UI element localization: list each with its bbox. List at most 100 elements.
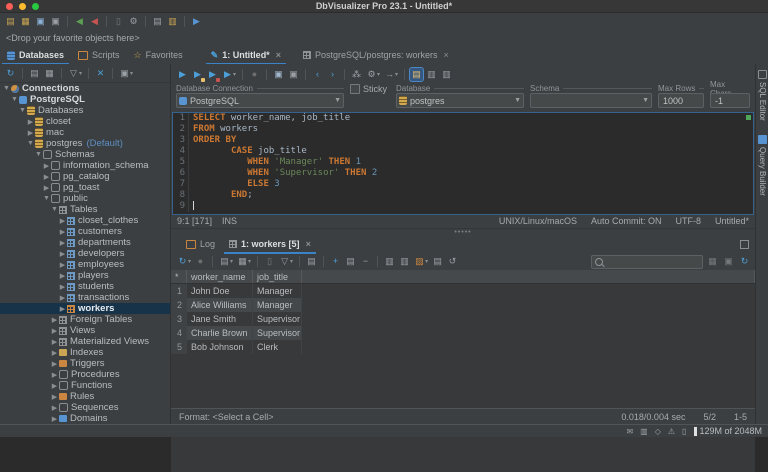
import-icon[interactable]: ▨▾ [413,255,429,268]
max-chars-input[interactable]: -1 [710,93,750,108]
delete-icon[interactable]: ▯ [263,255,276,268]
execute-icon[interactable]: ▶ [176,68,189,81]
chevron-expanded-icon[interactable]: ▼ [10,96,19,103]
inject-icon[interactable]: →▾ [383,68,399,81]
chevron-collapsed-icon[interactable]: ▶ [50,415,59,423]
results-tab-workers[interactable]: 1: workers [5]× [222,235,318,253]
tree-item-players[interactable]: ▶players [0,270,170,281]
tree-item-public[interactable]: ▼public [0,193,170,204]
chevron-collapsed-icon[interactable]: ▶ [50,371,59,379]
tree-item-rules[interactable]: ▶Rules [0,391,170,402]
chevron-collapsed-icon[interactable]: ▶ [42,162,51,170]
memory-indicator[interactable]: 129M of 2048M [694,426,762,436]
chevron-expanded-icon[interactable]: ▼ [18,107,27,114]
open-file-icon[interactable]: ▤ [4,15,17,28]
monitor-icon[interactable]: ▥ [640,427,648,436]
tree-item-indexes[interactable]: ▶Indexes [0,347,170,358]
data-cell[interactable]: John Doe [187,284,253,298]
tree-item-foreign-tables[interactable]: ▶Foreign Tables [0,314,170,325]
chevron-collapsed-icon[interactable]: ▶ [50,360,59,368]
chevron-collapsed-icon[interactable]: ▶ [50,316,59,324]
editor-tab-1[interactable]: ✎1: Untitled*× [204,46,288,64]
tree-item-domains[interactable]: ▶Domains [0,413,170,424]
tree-item-students[interactable]: ▶students [0,281,170,292]
result-refresh-icon[interactable]: ↻▾ [176,255,192,268]
close-tab-icon[interactable]: × [306,239,311,249]
chevron-collapsed-icon[interactable]: ▶ [50,382,59,390]
chevron-collapsed-icon[interactable]: ▶ [42,184,51,192]
tree-item-connections[interactable]: ▼Connections [0,83,170,94]
close-tab-icon[interactable]: × [444,50,449,60]
table-row[interactable]: 2Alice WilliamsManager [171,298,755,312]
chevron-expanded-icon[interactable]: ▼ [50,206,59,213]
grid-reload-icon[interactable]: ↻ [738,255,751,268]
grid-small-icon[interactable]: ▣ [722,255,735,268]
editor-split-icon[interactable]: ▥ [425,68,438,81]
chevron-collapsed-icon[interactable]: ▶ [50,393,59,401]
disconnect-icon[interactable]: ◀ [88,15,101,28]
chevron-collapsed-icon[interactable]: ▶ [58,250,67,258]
commit-icon[interactable]: ▯ [112,15,125,28]
tree-item-schemas[interactable]: ▼Schemas [0,149,170,160]
editor-tab-2[interactable]: PostgreSQL/postgres: workers× [296,46,456,64]
copy-cell-icon[interactable]: ▤ [305,255,318,268]
history-back-icon[interactable]: ‹ [311,68,324,81]
save-sql-icon[interactable]: ▣ [272,68,285,81]
tree-item-databases[interactable]: ▼Databases [0,105,170,116]
tree-item-materialized-views[interactable]: ▶Materialized Views [0,336,170,347]
transpose-icon[interactable]: ▥ [398,255,411,268]
filter-icon[interactable]: ▽▾ [278,255,294,268]
chevron-collapsed-icon[interactable]: ▶ [58,228,67,236]
trash-icon[interactable]: ▯ [682,427,686,436]
save-icon[interactable]: ▣ [34,15,47,28]
tree-filter-icon[interactable]: ▽▾ [67,67,83,80]
data-cell[interactable]: Charlie Brown [187,326,253,340]
grid-settings-icon[interactable]: ▦ [706,255,719,268]
connect-icon[interactable]: ◀ [73,15,86,28]
execute-explain-icon[interactable]: ▶ [206,68,219,81]
tree-item-postgresql[interactable]: ▼PostgreSQL [0,94,170,105]
chevron-collapsed-icon[interactable]: ▶ [58,239,67,247]
table-row[interactable]: 5Bob JohnsonClerk [171,340,755,354]
tree-item-departments[interactable]: ▶departments [0,237,170,248]
result-stop-icon[interactable]: ● [194,255,207,268]
close-tab-icon[interactable]: × [276,50,281,60]
data-cell[interactable]: Supervisor [253,326,302,340]
table-row[interactable]: 1John DoeManager [171,284,755,298]
table-row[interactable]: 3Jane SmithSupervisor [171,312,755,326]
tree-item-workers[interactable]: ▶workers [0,303,170,314]
format-selector[interactable]: Format: <Select a Cell> [179,412,274,422]
editor-layout-icon[interactable]: ▥ [440,68,453,81]
line-ending-mode[interactable]: UNIX/Linux/macOS [499,216,577,226]
chevron-collapsed-icon[interactable]: ▶ [58,217,67,225]
chevron-collapsed-icon[interactable]: ▶ [26,118,35,126]
tree-item-closet-clothes[interactable]: ▶closet_clothes [0,215,170,226]
column-header-job_title[interactable]: job_title [253,270,302,283]
tree-item-mac[interactable]: ▶mac [0,127,170,138]
tree-folder-icon[interactable]: ▦ [43,67,56,80]
tree-item-employees[interactable]: ▶employees [0,259,170,270]
max-rows-input[interactable]: 1000 [658,93,704,108]
insert-row-icon[interactable]: + [329,255,342,268]
database-connection-select[interactable]: PostgreSQL ▼ [176,93,344,108]
history-forward-icon[interactable]: › [326,68,339,81]
data-cell[interactable]: Alice Williams [187,298,253,312]
chevron-collapsed-icon[interactable]: ▶ [58,305,67,313]
format-sql-icon[interactable]: ⚙▾ [365,68,381,81]
chevron-expanded-icon[interactable]: ▼ [42,195,51,202]
chevron-collapsed-icon[interactable]: ▶ [58,272,67,280]
grid-corner-header[interactable]: * [171,270,187,283]
alerts-icon[interactable]: ⚠ [668,427,675,436]
chevron-collapsed-icon[interactable]: ▶ [42,173,51,181]
tree-item-information-schema[interactable]: ▶information_schema [0,160,170,171]
favorites-drop-bar[interactable]: <Drop your favorite objects here> [0,29,768,47]
export-icon[interactable]: ▤▾ [218,255,234,268]
tree-item-closet[interactable]: ▶closet [0,116,170,127]
data-cell[interactable]: Jane Smith [187,312,253,326]
tree-item-transactions[interactable]: ▶transactions [0,292,170,303]
undo-icon[interactable]: ↺ [446,255,459,268]
tab-favorites[interactable]: ☆Favorites [127,46,190,64]
tree-collapse-icon[interactable]: ✕ [94,67,107,80]
tab-databases[interactable]: Databases [0,46,71,64]
grid-view-icon[interactable]: ▦▾ [236,255,252,268]
